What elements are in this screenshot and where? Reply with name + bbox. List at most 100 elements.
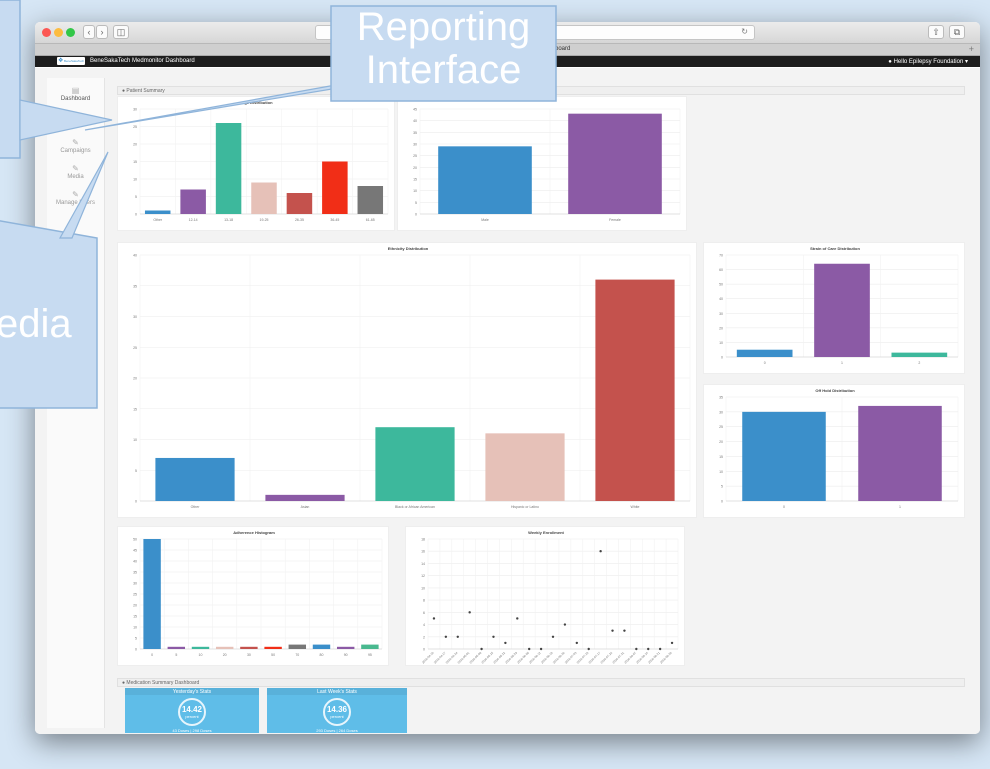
y-tick-label: 0: [135, 213, 137, 217]
y-tick-label: 50: [133, 538, 137, 542]
data-point: [575, 641, 579, 645]
y-tick-label: 0: [721, 356, 723, 360]
bar: [264, 646, 282, 649]
x-tick-label: 0: [783, 505, 785, 509]
y-tick-label: 30: [413, 143, 417, 147]
y-tick-label: 0: [415, 213, 417, 217]
data-point: [635, 647, 638, 651]
ethnicity-distribution-chart: Ethnicity Distribution 0 5 10 15 20 25 30 35 40 Ot…: [133, 246, 691, 509]
media-callout-text: edia: [0, 302, 72, 346]
sidebar-item-manage-users[interactable]: ✎ Manage Users: [47, 190, 104, 206]
adherence-histogram-chart: Adherence Histogram 0 5 10 15 20 25 30 35 40 45 50 0…: [133, 530, 383, 657]
bar: [180, 189, 206, 214]
y-tick-label: 30: [719, 410, 723, 414]
data-point: [456, 635, 459, 638]
y-tick-label: 12: [421, 574, 425, 578]
data-point: [492, 635, 495, 638]
bar: [357, 186, 384, 214]
data-point: [432, 617, 436, 620]
back-button[interactable]: ‹: [83, 25, 95, 39]
gender-distribution-card: 0 5 10 15 20 25 30 35 40 45 Male Female: [397, 96, 687, 231]
weekly-enrollment-chart: Weekly Enrollment0246810121416182016-04-…: [421, 530, 679, 665]
y-tick-label: 30: [719, 312, 723, 316]
y-tick-label: 18: [421, 538, 425, 542]
x-tick-label: 80: [320, 653, 324, 657]
last-week-stats-card[interactable]: Last Week's Stats 14.36 percent 293 Dose…: [267, 688, 407, 733]
bar: [251, 182, 277, 214]
minimize-window-button[interactable]: [54, 28, 63, 37]
zoom-window-button[interactable]: [66, 28, 75, 37]
tabs-overview-button[interactable]: ⧉: [949, 25, 965, 39]
bar: [191, 646, 210, 649]
edit-icon: ✎: [72, 164, 79, 173]
sidebar-item-label: Media: [67, 174, 84, 180]
edit-icon: ✎: [72, 138, 79, 147]
y-tick-label: 25: [413, 154, 417, 158]
y-tick-label: 35: [413, 131, 417, 135]
data-point: [563, 623, 567, 626]
y-tick-label: 5: [415, 201, 417, 205]
chart-title: Weekly Enrollment: [528, 530, 564, 535]
y-tick-label: 10: [421, 586, 425, 590]
y-tick-label: 10: [133, 178, 137, 182]
sidebar-item-media[interactable]: ✎ Media: [47, 164, 104, 180]
x-tick-label: Other: [191, 505, 201, 509]
sidebar-item-reports[interactable]: ✎ Reports: [47, 112, 104, 128]
y-tick-label: 40: [133, 254, 137, 258]
edit-icon: ✎: [72, 190, 79, 199]
stat-gauge: 14.42 percent: [178, 698, 206, 726]
app-title[interactable]: BeneSakaTech Medmonitor Dashboard: [90, 58, 195, 64]
user-menu[interactable]: ● Hello Epilepsy Foundation ▾: [888, 58, 968, 65]
age-distribution-chart: Age Distribution 0 5 10 15 20 25 30 Other 12-14 13…: [133, 100, 389, 222]
y-tick-label: 15: [413, 178, 417, 182]
x-tick-label: 19-25: [260, 218, 269, 222]
y-tick-label: 25: [133, 593, 137, 597]
sidebar-item-campaigns[interactable]: ✎ Campaigns: [47, 138, 104, 154]
active-tab-title[interactable]: board: [555, 46, 570, 52]
chevron-down-icon: ▾: [964, 59, 968, 65]
forward-button[interactable]: ›: [96, 25, 108, 39]
x-tick-label: 1: [841, 361, 843, 365]
dashboard-icon: ▤: [71, 86, 80, 95]
y-tick-label: 35: [133, 284, 137, 288]
data-point: [504, 641, 507, 645]
sidebar-toggle-button[interactable]: ◫: [113, 25, 129, 39]
sidebar-item-dashboard[interactable]: ▤ Dashboard: [47, 86, 104, 102]
reload-icon[interactable]: ↻: [741, 27, 748, 36]
y-tick-label: 20: [719, 326, 723, 330]
data-point: [587, 647, 590, 651]
y-tick-label: 2: [423, 635, 425, 639]
x-tick-label: 30: [247, 653, 251, 657]
sidebar-item-label: Manage Users: [55, 200, 96, 206]
x-tick-label: 90: [344, 653, 348, 657]
bar: [595, 279, 675, 501]
left-callout-shape: [0, 0, 21, 159]
bar: [891, 352, 948, 357]
y-tick-label: 0: [423, 648, 425, 652]
new-tab-button[interactable]: +: [969, 44, 974, 54]
x-tick-label: 0: [151, 653, 153, 657]
stat-footer: 293 Doses | 264 Doses: [316, 728, 358, 733]
user-icon: ●: [122, 680, 126, 686]
data-point: [670, 641, 674, 645]
bar: [375, 427, 455, 501]
x-tick-label: 12-14: [189, 218, 198, 222]
x-tick-label: 70: [295, 653, 299, 657]
stat-footer: 43 Doses | 298 Doses: [172, 728, 212, 733]
y-tick-label: 10: [719, 470, 723, 474]
y-tick-label: 4: [423, 623, 425, 627]
close-window-button[interactable]: [42, 28, 51, 37]
y-tick-label: 5: [135, 469, 137, 473]
y-tick-label: 35: [133, 571, 137, 575]
bar: [215, 123, 242, 214]
yesterday-stats-card[interactable]: Yesterday's Stats 14.42 percent 43 Doses…: [125, 688, 259, 733]
share-button[interactable]: ⇧: [928, 25, 944, 39]
stat-label: Yesterday's Stats: [125, 688, 259, 695]
y-tick-label: 20: [133, 377, 137, 381]
stat-value: 14.36: [326, 705, 348, 714]
data-point: [647, 647, 650, 651]
y-tick-label: 25: [719, 425, 723, 429]
x-tick-label: Black or African American: [395, 505, 435, 509]
y-tick-label: 0: [135, 648, 137, 652]
medication-summary-header[interactable]: ● Medication Summary Dashboard: [117, 678, 965, 687]
